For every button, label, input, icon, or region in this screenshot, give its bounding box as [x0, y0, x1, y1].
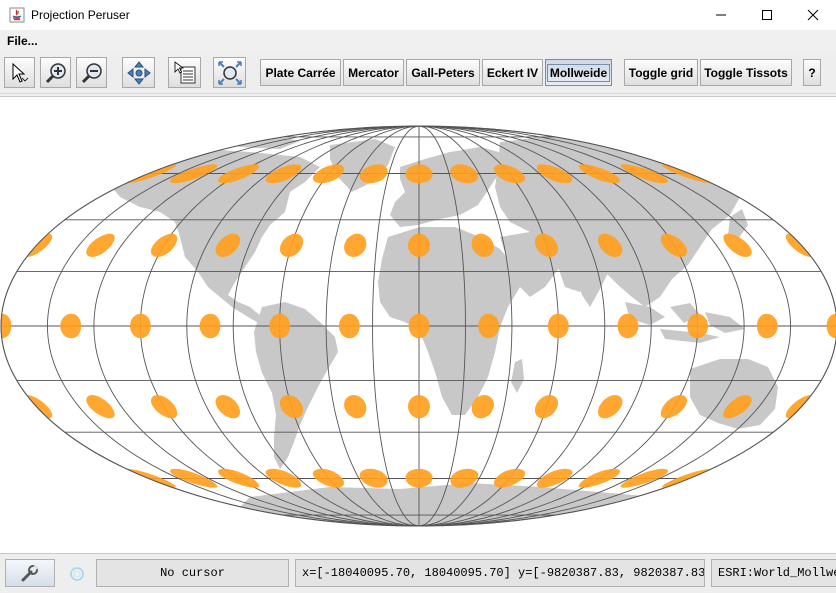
- status-bar: No cursor x=[-18040095.70, 18040095.70] …: [0, 554, 836, 593]
- info-select-icon: [174, 60, 195, 83]
- projection-mercator-button[interactable]: Mercator: [343, 59, 404, 86]
- tissot-ellipse: [478, 313, 500, 339]
- minimize-icon: [716, 14, 726, 16]
- crs-field[interactable]: ESRI:World_Mollweide: [711, 559, 836, 587]
- java-app-icon: [9, 7, 25, 23]
- map-extent-field: x=[-18040095.70, 18040095.70] y=[-982038…: [295, 559, 705, 587]
- toggle-grid-button[interactable]: Toggle grid: [624, 59, 698, 86]
- zoom-out-tool-button[interactable]: [76, 57, 107, 88]
- zoom-out-icon: [81, 62, 102, 83]
- zoom-in-icon: [45, 62, 66, 83]
- close-icon: [807, 9, 819, 21]
- cursor-position-field: No cursor: [96, 559, 289, 587]
- pan-tool-button[interactable]: [122, 57, 155, 88]
- mollweide-map[interactable]: [0, 97, 836, 553]
- zoom-in-tool-button[interactable]: [40, 57, 71, 88]
- pointer-icon: [12, 62, 28, 83]
- projection-gall-peters-button[interactable]: Gall-Peters: [406, 59, 480, 86]
- land-new-zealand: [794, 409, 812, 437]
- zoom-extent-icon: [217, 60, 242, 85]
- menu-file[interactable]: File...: [7, 34, 38, 48]
- wrench-icon: [21, 565, 38, 582]
- pan-icon: [126, 60, 151, 85]
- tissot-ellipse: [408, 313, 430, 339]
- window-title: Projection Peruser: [31, 8, 130, 22]
- toggle-tissots-button[interactable]: Toggle Tissots: [700, 59, 792, 86]
- minimize-button[interactable]: [698, 0, 744, 30]
- title-bar: Projection Peruser: [0, 0, 836, 30]
- zoom-full-extent-button[interactable]: [213, 57, 246, 88]
- tissot-ellipse: [338, 313, 360, 339]
- close-button[interactable]: [790, 0, 836, 30]
- projection-plate-carree-button[interactable]: Plate Carrée: [260, 59, 341, 86]
- menu-bar: File...: [0, 30, 836, 52]
- projection-mollweide-button[interactable]: Mollweide: [545, 59, 612, 86]
- toolbar: Plate Carrée Mercator Gall-Peters Eckert…: [0, 53, 836, 94]
- help-button[interactable]: ?: [803, 59, 821, 86]
- settings-button[interactable]: [5, 559, 55, 587]
- projection-mollweide-label: Mollweide: [546, 63, 611, 82]
- projection-eckert-iv-button[interactable]: Eckert IV: [482, 59, 543, 86]
- maximize-button[interactable]: [744, 0, 790, 30]
- maximize-icon: [762, 10, 772, 20]
- activity-indicator-icon: [68, 565, 86, 583]
- map-canvas[interactable]: [0, 96, 836, 554]
- info-tool-button[interactable]: [168, 57, 201, 88]
- pointer-tool-button[interactable]: [4, 57, 35, 88]
